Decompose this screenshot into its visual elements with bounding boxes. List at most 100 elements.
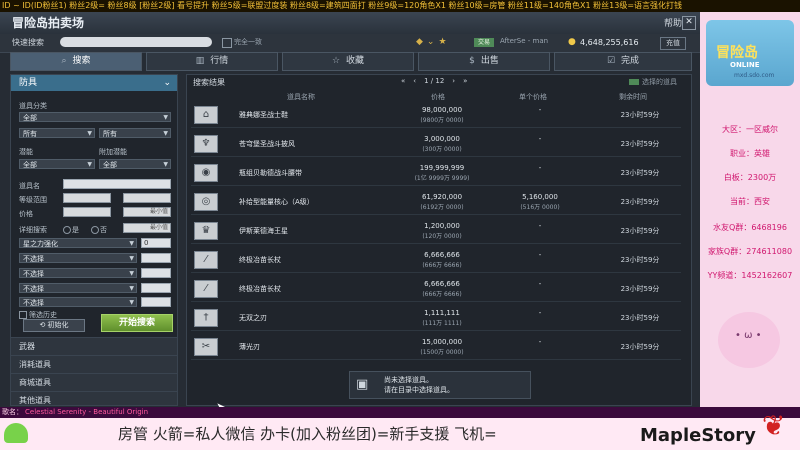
item-class-select[interactable]: 全部 ▼ [19, 112, 171, 122]
charge-button[interactable]: 充值 [660, 37, 686, 50]
logo-url: mxd.sdo.com [734, 72, 775, 79]
price-min-input[interactable] [63, 207, 111, 217]
check-icon: ☑ [606, 56, 616, 66]
prev-page-button[interactable]: ‹ [413, 77, 416, 85]
ticker-bar: ID ~ ID(ID粉丝1) 粉丝2级= 粉丝8级 [粉丝2级] 看号提升 粉丝… [0, 0, 800, 12]
item-class-label: 道具分类 [19, 102, 47, 110]
tab-sell[interactable]: $ 出售 [418, 52, 550, 71]
item-sub-select-left[interactable]: 所有 ▼ [19, 128, 95, 138]
result-row[interactable]: ♆ 苍穹堡圣战斗披风 3,000,000 (300万 0000) - 23小时59分 [191, 133, 681, 157]
item-unit-price: - [538, 164, 542, 172]
item-name: 伊斯莱德海王星 [239, 227, 288, 235]
item-price: 1,200,000 [424, 222, 460, 230]
start-search-button[interactable]: 开始搜索 [101, 314, 173, 332]
result-row[interactable]: ⌂ 雅典娜圣战士鞋 98,000,000 (9800万 0000) - 23小时59分 [191, 104, 681, 128]
help-button[interactable]: 帮助 [664, 16, 682, 29]
level-max-input[interactable] [123, 193, 171, 203]
potential-select[interactable]: 全部 ▼ [19, 159, 95, 169]
result-row[interactable]: ♛ 伊斯莱德海王星 1,200,000 (120万 0000) - 23小时59分 [191, 220, 681, 244]
item-name: 薄光刃 [239, 343, 260, 351]
item-detail-placeholder: ▣ 尚未选择道具。 请在目录中选择道具。 [349, 371, 531, 399]
core-icon: ◎ [194, 193, 218, 211]
select-value: 不选择 [23, 285, 44, 293]
price-max-input[interactable]: 最小值 [123, 207, 171, 217]
tab-complete[interactable]: ☑ 完成 [554, 52, 692, 71]
tab-search[interactable]: ⌕ 搜索 [10, 52, 142, 71]
option-select-3[interactable]: 不选择 ▼ [19, 283, 137, 293]
quick-search-input[interactable] [60, 37, 212, 47]
chevron-down-icon: ▼ [129, 255, 134, 262]
item-glyph: ✂ [201, 341, 211, 352]
chevron-down-icon: ▼ [163, 161, 168, 168]
option-value-2[interactable] [141, 268, 171, 278]
category-consumable[interactable]: 消耗道具 [11, 355, 177, 374]
selected-items[interactable]: 选择的道具 [629, 77, 677, 87]
meso-amount: 4,648,255,616 [580, 38, 639, 47]
result-row[interactable]: ✂ 薄光刃 15,000,000 (1500万 0000) - 23小时59分 [191, 336, 681, 360]
close-button[interactable]: ✕ [682, 16, 696, 30]
detail-radio-yes[interactable] [63, 226, 71, 234]
tab-favorites[interactable]: ☆ 收藏 [282, 52, 414, 71]
option-value-4[interactable] [141, 297, 171, 307]
item-name: 瓶组贝勒德战斗腰带 [239, 169, 302, 177]
mascot-face-icon: • ω • [735, 330, 762, 341]
enhance-value-input[interactable]: 0 [141, 238, 171, 248]
option-select-1[interactable]: 不选择 ▼ [19, 253, 137, 263]
next-page-button[interactable]: › [452, 77, 455, 85]
level-min-input[interactable] [63, 193, 111, 203]
exact-match-checkbox[interactable] [222, 38, 232, 48]
detail-line-1: 尚未选择道具。 [384, 376, 433, 384]
item-price-detail: (1亿 9999万 9999) [414, 175, 470, 182]
item-price-detail: (300万 0000) [422, 146, 462, 153]
item-price-detail: (1500万 0000) [420, 349, 464, 356]
history-checkbox[interactable] [19, 311, 27, 319]
option-value-3[interactable] [141, 283, 171, 293]
result-row[interactable]: ⁄ 终极冶苗长杖 6,666,666 (666万 6666) - 23小时59分 [191, 278, 681, 302]
tab-label: 行情 [210, 56, 229, 66]
category-label: 武器 [19, 342, 35, 351]
category-label: 其他道具 [19, 396, 51, 405]
results-header: 搜索结果 « ‹ 1 / 12 › » 选择的道具 [187, 75, 691, 89]
col-unit-price: 单个价格 [519, 93, 547, 101]
price-label: 价格 [19, 210, 33, 218]
option-select-4[interactable]: 不选择 ▼ [19, 297, 137, 307]
option-value-1[interactable] [141, 253, 171, 263]
category-cash[interactable]: 商城道具 [11, 373, 177, 392]
result-row[interactable]: ◉ 瓶组贝勒德战斗腰带 199,999,999 (1亿 9999万 9999) - 23小… [191, 162, 681, 186]
detail-radio-no[interactable] [91, 226, 99, 234]
item-unit-price: - [538, 251, 542, 259]
cart-icon: ▣ [356, 377, 369, 392]
result-row[interactable]: † 无双之刃 1,111,111 (111万 1111) - 23小时59分 [191, 307, 681, 331]
reset-button[interactable]: ⟲ 初始化 [23, 319, 85, 332]
col-time: 剩余时间 [619, 93, 647, 101]
character-name: AfterSe - man [500, 37, 549, 45]
column-header: 道具名称 价格 单个价格 剩余时间 [191, 92, 681, 102]
last-page-button[interactable]: » [463, 77, 467, 85]
category-header[interactable]: 防具 ⌄ [11, 75, 177, 91]
first-page-button[interactable]: « [401, 77, 405, 85]
option-select-2[interactable]: 不选择 ▼ [19, 268, 137, 278]
extra-potential-select[interactable]: 全部 ▼ [99, 159, 171, 169]
category-weapon[interactable]: 武器 [11, 337, 177, 356]
item-name-input[interactable] [63, 179, 171, 189]
tab-bar: ⌕ 搜索 ▥ 行情 ☆ 收藏 $ 出售 ☑ 完成 [10, 52, 692, 71]
item-price: 3,000,000 [424, 135, 460, 143]
category-label: 消耗道具 [19, 360, 51, 369]
item-unit-price: - [538, 135, 542, 143]
enhance-select[interactable]: 星之力强化 ▼ [19, 238, 137, 248]
category-other[interactable]: 其他道具 [11, 391, 177, 405]
item-sub-select-right[interactable]: 所有 ▼ [99, 128, 171, 138]
detail-min-input[interactable]: 最小值 [123, 223, 171, 233]
result-row[interactable]: ⁄ 终极冶苗长杖 6,666,666 (666万 6666) - 23小时59分 [191, 249, 681, 273]
item-glyph: ⌂ [202, 109, 210, 120]
star-icon: ★ [438, 37, 447, 47]
tab-market[interactable]: ▥ 行情 [146, 52, 278, 71]
item-time-left: 23小时59分 [620, 169, 660, 177]
chart-icon: ▥ [195, 56, 205, 66]
potential-label: 潜能 [19, 148, 33, 156]
item-name: 补给型能量核心（A级） [239, 198, 314, 206]
marquee-text: 房管 火箭=私人微信 办卡(加入粉丝团)=新手支援 飞机= [118, 425, 497, 443]
chevron-down-icon[interactable]: ⌄ [427, 37, 435, 47]
result-row[interactable]: ◎ 补给型能量核心（A级） 61,920,000 (6192万 0000) 5,160,… [191, 191, 681, 215]
window-title: 冒险岛拍卖场 [12, 16, 85, 30]
